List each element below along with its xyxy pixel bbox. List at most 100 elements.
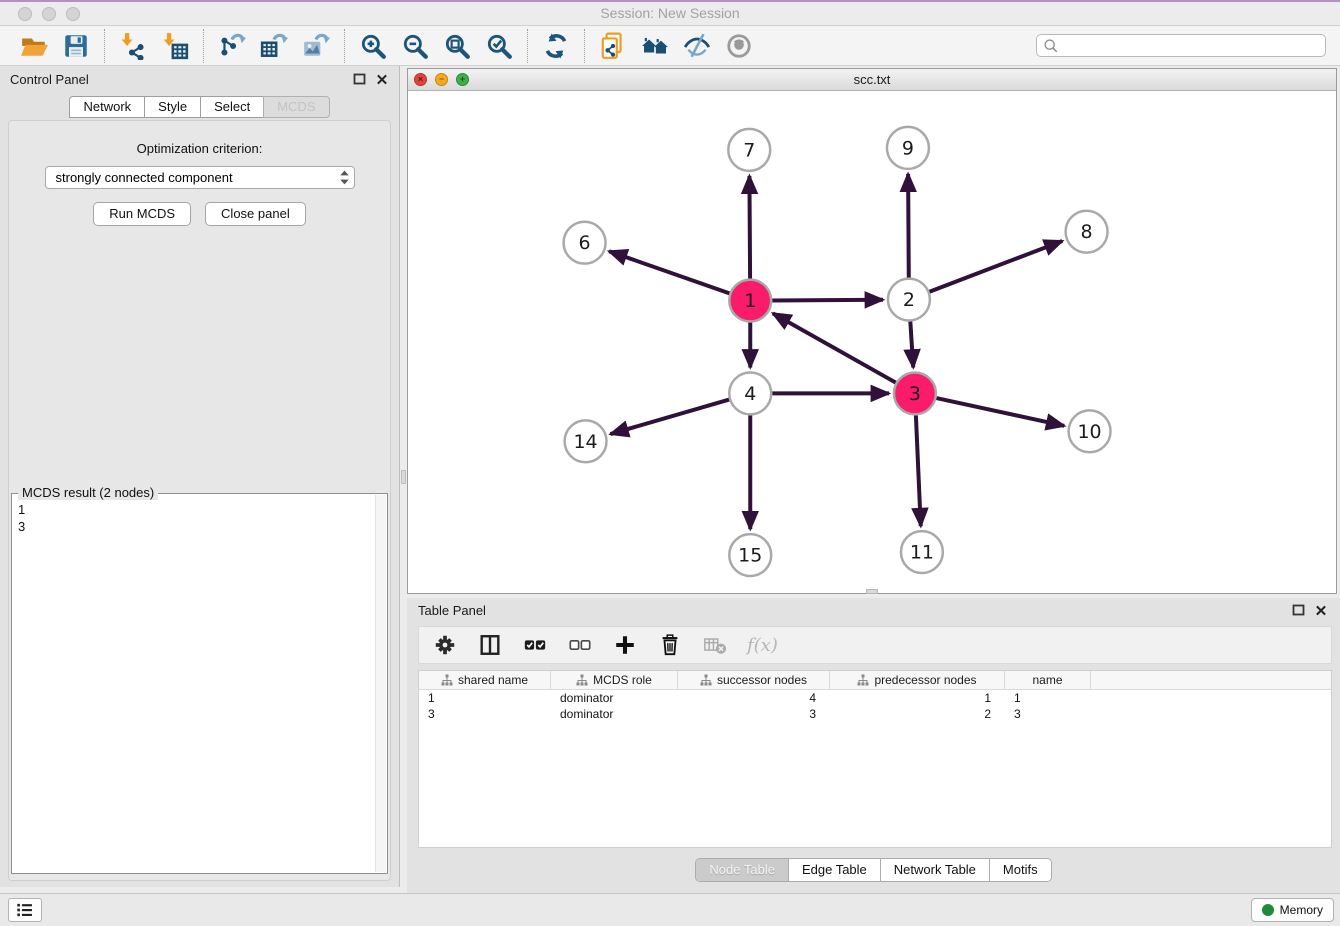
table-row-0[interactable]: 1dominator411 — [419, 690, 1331, 706]
graph-node-4[interactable]: 4 — [729, 372, 771, 414]
close-panel-button[interactable]: Close panel — [205, 202, 306, 226]
trash-button[interactable] — [657, 632, 683, 658]
copy-network-button[interactable] — [597, 30, 629, 62]
graph-node-11[interactable]: 11 — [901, 531, 943, 573]
add-button[interactable] — [612, 632, 638, 658]
splitter-grip[interactable] — [401, 470, 406, 484]
tab-style[interactable]: Style — [144, 96, 200, 118]
table-cell[interactable]: 4 — [678, 690, 830, 706]
graph-node-7[interactable]: 7 — [728, 129, 770, 171]
tab-node-table[interactable]: Node Table — [696, 859, 788, 881]
graph-node-6[interactable]: 6 — [564, 222, 606, 264]
hide-annotations-button[interactable] — [681, 30, 713, 62]
export-table-button[interactable] — [258, 30, 290, 62]
control-panel: Control Panel NetworkStyleSelectMCDS Opt… — [0, 66, 400, 887]
toolbar-group-2 — [204, 30, 344, 62]
node-table-header: shared nameMCDS rolesuccessor nodesprede… — [419, 671, 1331, 690]
graph-node-9[interactable]: 9 — [887, 127, 929, 169]
column-header-label: name — [1032, 673, 1062, 687]
table-cell[interactable]: 2 — [830, 706, 1005, 722]
refresh-button[interactable] — [540, 30, 572, 62]
refresh-icon — [542, 32, 570, 60]
table-cell[interactable]: 1 — [419, 690, 551, 706]
graph-node-label: 8 — [1081, 221, 1093, 243]
column-header-MCDS-role[interactable]: MCDS role — [551, 671, 678, 689]
column-header-successor-nodes[interactable]: successor nodes — [678, 671, 830, 689]
search-input[interactable] — [1062, 38, 1319, 53]
open-folder-icon — [20, 32, 48, 60]
import-table-button[interactable] — [159, 30, 191, 62]
table-panel-float-button[interactable] — [1291, 604, 1305, 617]
graph-node-8[interactable]: 8 — [1066, 211, 1108, 253]
criterion-select[interactable]: strongly connected component — [45, 166, 355, 189]
table-cell[interactable]: dominator — [551, 706, 678, 722]
zoom-fit-button[interactable] — [441, 30, 473, 62]
graph-edge-4-14[interactable] — [610, 400, 729, 435]
graph-node-10[interactable]: 10 — [1069, 410, 1111, 452]
control-panel-close-button[interactable] — [375, 73, 389, 86]
table-cell[interactable]: 3 — [1005, 706, 1091, 722]
graph-node-14[interactable]: 14 — [565, 420, 607, 462]
mcds-result-scrollbar[interactable] — [375, 495, 386, 872]
deselect-all-icon — [568, 633, 592, 657]
network-window-resize-handle[interactable] — [866, 589, 878, 594]
split-columns-button[interactable] — [477, 632, 503, 658]
graph-edge-2-9[interactable] — [908, 174, 909, 278]
table-cell[interactable]: 1 — [1005, 690, 1091, 706]
open-folder-button[interactable] — [18, 30, 50, 62]
zoom-in-button[interactable] — [357, 30, 389, 62]
table-cell[interactable]: 3 — [419, 706, 551, 722]
control-panel-float-button[interactable] — [352, 73, 366, 86]
column-header-filler — [1091, 671, 1331, 689]
table-panel-close-button[interactable] — [1314, 604, 1328, 617]
select-all-button[interactable] — [522, 632, 548, 658]
memory-button[interactable]: Memory — [1251, 898, 1334, 922]
table-cell[interactable]: dominator — [551, 690, 678, 706]
tab-network[interactable]: Network — [69, 96, 144, 118]
mcds-result-text[interactable]: 1 3 — [18, 501, 373, 871]
export-network-button[interactable] — [216, 30, 248, 62]
home-button[interactable] — [639, 30, 671, 62]
zoom-out-icon — [401, 32, 429, 60]
zoom-selected-button[interactable] — [483, 30, 515, 62]
graph-edge-3-11[interactable] — [916, 415, 921, 526]
graph-edge-1-2[interactable] — [772, 300, 883, 301]
graph-edge-2-8[interactable] — [929, 241, 1062, 292]
preview-eye-button[interactable] — [723, 30, 755, 62]
column-header-shared-name[interactable]: shared name — [419, 671, 551, 689]
graph-node-label: 11 — [910, 542, 934, 564]
run-mcds-button[interactable]: Run MCDS — [93, 202, 191, 226]
tab-network-table[interactable]: Network Table — [880, 859, 989, 881]
select-all-icon — [523, 633, 547, 657]
tab-edge-table[interactable]: Edge Table — [788, 859, 880, 881]
table-cell[interactable]: 3 — [678, 706, 830, 722]
graph-edge-1-6[interactable] — [609, 251, 729, 293]
tab-motifs[interactable]: Motifs — [989, 859, 1051, 881]
column-header-name[interactable]: name — [1005, 671, 1091, 689]
graph-edge-3-1[interactable] — [773, 313, 896, 382]
table-row-1[interactable]: 3dominator323 — [419, 706, 1331, 722]
graph-node-1[interactable]: 1 — [729, 280, 771, 322]
network-canvas[interactable]: 7 9 6 8 1 2 4 3 14 10 15 11 — [408, 92, 1336, 593]
graph-node-2[interactable]: 2 — [888, 279, 930, 321]
import-network-button[interactable] — [117, 30, 149, 62]
panel-splitter[interactable] — [400, 66, 407, 887]
tab-mcds[interactable]: MCDS — [263, 96, 329, 118]
search-field[interactable] — [1036, 34, 1326, 57]
graph-edge-1-7[interactable] — [749, 176, 750, 279]
tab-select[interactable]: Select — [200, 96, 263, 118]
column-header-predecessor-nodes[interactable]: predecessor nodes — [830, 671, 1005, 689]
task-history-button[interactable] — [8, 898, 42, 922]
graph-node-label: 3 — [909, 383, 921, 405]
graph-node-15[interactable]: 15 — [729, 534, 771, 576]
zoom-out-button[interactable] — [399, 30, 431, 62]
save-button[interactable] — [60, 30, 92, 62]
network-window-titlebar[interactable]: × − + scc.txt — [408, 69, 1336, 91]
gear-button[interactable] — [432, 632, 458, 658]
deselect-all-button[interactable] — [567, 632, 593, 658]
graph-edge-3-10[interactable] — [936, 398, 1064, 426]
table-cell[interactable]: 1 — [830, 690, 1005, 706]
export-image-button[interactable] — [300, 30, 332, 62]
graph-edge-2-3[interactable] — [910, 321, 913, 367]
graph-node-3[interactable]: 3 — [894, 372, 936, 414]
